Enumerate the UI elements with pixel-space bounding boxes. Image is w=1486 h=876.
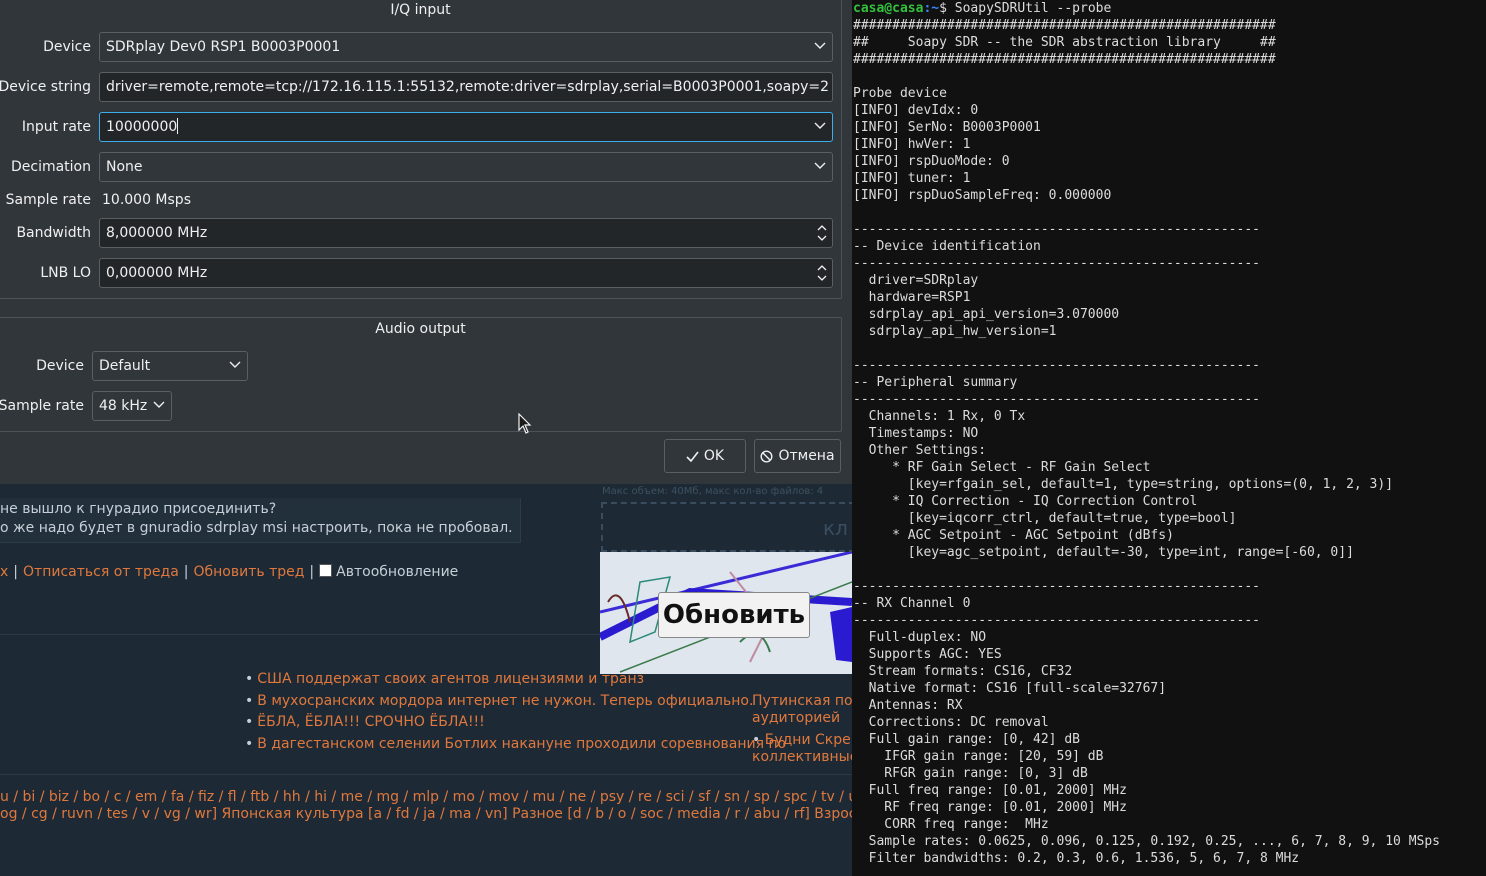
cancel-button[interactable]: Отмена [754, 439, 841, 473]
boards-list[interactable]: og / cg / ruvn / tes / v / vg / wr] Япон… [0, 806, 953, 822]
text-cursor [177, 118, 179, 134]
prompt-user-host: casa@casa [853, 1, 924, 16]
lnb-lo-label: LNB LO [40, 265, 91, 281]
sample-rate-label: Sample rate [5, 192, 91, 208]
audio-device-label: Device [36, 358, 84, 374]
audio-device-combobox[interactable]: Default [92, 351, 248, 381]
input-rate-label: Input rate [21, 119, 91, 135]
sample-rate-value: 10.000 Msps [102, 192, 191, 208]
group-title: I/Q input [390, 2, 451, 18]
decimation-combobox[interactable]: None [99, 152, 833, 182]
browser-page: не вышло к гнурадио присоединить? о же н… [0, 484, 953, 876]
bandwidth-spinbox[interactable]: 8,000000 MHz [99, 218, 833, 248]
captcha-refresh-button[interactable]: Обновить [658, 592, 810, 638]
bandwidth-label: Bandwidth [16, 225, 91, 241]
audio-sample-rate-label: Sample rate [0, 398, 84, 414]
terminal-output: ########################################… [853, 18, 1440, 866]
news-item[interactable]: • В дагестанском селении Ботлих накануне … [245, 736, 786, 752]
spin-arrows-icon[interactable] [817, 263, 827, 283]
device-label: Device [43, 39, 91, 55]
settings-dialog: I/Q input Device SDRplay Dev0 RSP1 B0003… [0, 0, 852, 484]
checkmark-icon [686, 451, 699, 462]
lnb-lo-spinbox[interactable]: 0,000000 MHz [99, 258, 833, 288]
upload-limit-text: Макс объем: 40Mб, макс кол-во файлов: 4 [602, 486, 824, 497]
autoupdate-label: Автообновление [336, 564, 459, 580]
prompt-cwd: :~ [923, 1, 940, 16]
file-drop-zone[interactable]: кл [601, 502, 855, 552]
prompt-command: $ SoapySDRUtil --probe [939, 1, 1112, 16]
post-text-line: о же надо будет в gnuradio sdrplay msi н… [0, 520, 513, 536]
cancel-icon [760, 449, 773, 463]
post-body: не вышло к гнурадио присоединить? о же н… [0, 498, 521, 543]
decimation-label: Decimation [10, 159, 91, 175]
terminal-prompt: casa@casa:~$ SoapySDRUtil --probe [853, 0, 1111, 17]
chevron-down-icon [814, 162, 826, 169]
captcha-image: Обновить [600, 552, 852, 674]
audio-sample-rate-combobox[interactable]: 48 kHz [92, 391, 172, 421]
news-item[interactable]: • США поддержат своих агентов лицензиями … [245, 671, 644, 687]
chevron-down-icon [153, 401, 165, 408]
boards-list[interactable]: u / bi / biz / bo / c / em / fa / fiz / … [0, 789, 950, 805]
post-text-line: не вышло к гнурадио присоединить? [0, 501, 277, 517]
device-string-input[interactable]: driver=remote,remote=tcp://172.16.115.1:… [99, 72, 833, 102]
chevron-down-icon [814, 42, 826, 49]
device-combobox[interactable]: SDRplay Dev0 RSP1 B0003P0001 [99, 32, 833, 62]
news-right-item[interactable]: аудиторией [752, 710, 840, 726]
thread-link-x[interactable]: x [0, 564, 8, 580]
device-string-label: Device string [0, 79, 91, 95]
ok-button[interactable]: OK [664, 439, 746, 473]
refresh-thread-link[interactable]: Обновить тред [194, 564, 305, 580]
thread-actions: x | Отписаться от треда | Обновить тред | Авто… [0, 564, 459, 580]
terminal-window[interactable]: casa@casa:~$ SoapySDRUtil --probe ######… [852, 0, 1486, 876]
news-right-item[interactable]: • Будни Скрепо [752, 732, 868, 748]
chevron-down-icon [814, 122, 826, 129]
unsubscribe-link[interactable]: Отписаться от треда [23, 564, 179, 580]
divider [0, 774, 852, 775]
news-right-item[interactable]: коллективные [752, 749, 858, 765]
input-rate-combobox[interactable]: 10000000 [99, 112, 833, 142]
mouse-cursor-icon [518, 413, 532, 434]
chevron-down-icon [229, 361, 241, 368]
group-title: Audio output [375, 321, 466, 337]
spin-arrows-icon[interactable] [817, 223, 827, 243]
autoupdate-checkbox[interactable] [319, 564, 333, 577]
upload-panel: Макс объем: 40Mб, макс кол-во файлов: 4 … [600, 484, 855, 696]
news-item[interactable]: • ЁБЛА, ЁБЛА!!! СРОЧНО ЁБЛА!!! [245, 714, 485, 730]
